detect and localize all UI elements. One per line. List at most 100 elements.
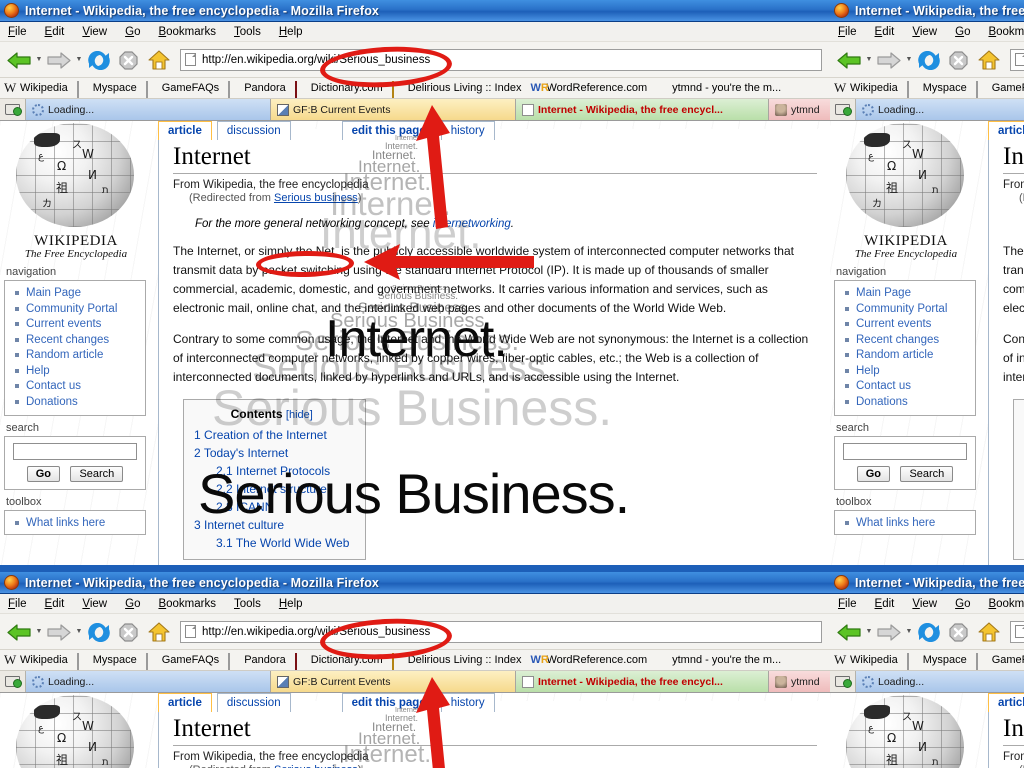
reload-button[interactable]: [914, 617, 944, 647]
sidebar-item-main-page[interactable]: Main Page: [15, 286, 141, 302]
sidebar-item-current-events[interactable]: Current events: [15, 317, 141, 333]
back-button[interactable]: [834, 617, 864, 647]
search-input[interactable]: [13, 443, 137, 460]
search-submit-button[interactable]: Search: [70, 466, 124, 482]
sidebar-item-random-article[interactable]: Random article: [845, 348, 971, 364]
menu-file[interactable]: File: [838, 26, 857, 38]
tab-ytmnd[interactable]: ytmnd: [769, 99, 830, 120]
menu-bookmarks[interactable]: Bookmarks: [988, 598, 1024, 610]
menu-help[interactable]: Help: [279, 26, 303, 38]
sidebar-item-donations[interactable]: Donations: [15, 395, 141, 411]
sidebar-item-current-events[interactable]: Current events: [845, 317, 971, 333]
sidebar-item-community-portal[interactable]: Community Portal: [15, 302, 141, 318]
toc-entry[interactable]: 2.3 ICANN: [194, 498, 349, 516]
bookmark-delirious-living[interactable]: Delirious Living :: Index: [391, 80, 521, 98]
sidebar-item-recent-changes[interactable]: Recent changes: [15, 333, 141, 349]
forward-button[interactable]: [874, 617, 904, 647]
forward-dropdown-icon[interactable]: ▼: [904, 56, 914, 63]
menu-view[interactable]: View: [912, 26, 937, 38]
bookmark-gamefaqs[interactable]: GameFAQs: [975, 652, 1024, 670]
tab-loading[interactable]: Loading...: [856, 671, 1024, 692]
toc-entry[interactable]: 2.1 Internet Protocols: [194, 462, 349, 480]
search-go-button[interactable]: Go: [26, 466, 60, 482]
menu-go[interactable]: Go: [125, 26, 140, 38]
bookmark-wordreference[interactable]: WR WordReference.com: [530, 82, 647, 95]
tab-internet-wikipedia[interactable]: Internet - Wikipedia, the free encycl...: [516, 671, 769, 692]
menu-edit[interactable]: Edit: [45, 26, 65, 38]
bookmark-dictionary[interactable]: Dictionary.com: [294, 652, 383, 670]
bookmark-delirious-living[interactable]: Delirious Living :: Index: [391, 652, 521, 670]
tab-article[interactable]: article: [158, 121, 212, 140]
stop-button[interactable]: [114, 617, 144, 647]
back-button[interactable]: [834, 45, 864, 75]
toc-entry[interactable]: 1 Creation of the Internet: [194, 426, 349, 444]
tab-ytmnd[interactable]: ytmnd: [769, 671, 830, 692]
reload-button[interactable]: [914, 45, 944, 75]
bookmark-wikipedia[interactable]: W Wikipedia: [4, 653, 68, 667]
new-tab-button[interactable]: [0, 671, 26, 692]
new-tab-button[interactable]: [830, 671, 856, 692]
menu-tools[interactable]: Tools: [234, 598, 261, 610]
menu-go[interactable]: Go: [955, 598, 970, 610]
search-submit-button[interactable]: Search: [900, 466, 954, 482]
sidebar-item-main-page[interactable]: Main Page: [845, 286, 971, 302]
tab-edit-this-page[interactable]: edit this page: [341, 121, 436, 140]
wikipedia-logo[interactable]: Ω W И 祖 ع ת カ ス: [0, 693, 152, 768]
tab-history[interactable]: history: [440, 693, 495, 712]
menu-file[interactable]: File: [838, 598, 857, 610]
tab-loading[interactable]: Loading...: [856, 99, 1024, 120]
toc-hide-link[interactable]: [hide]: [286, 409, 313, 421]
menu-file[interactable]: File: [8, 26, 27, 38]
bookmark-wordreference[interactable]: WR WordReference.com: [530, 654, 647, 667]
search-input[interactable]: [843, 443, 967, 460]
back-dropdown-icon[interactable]: ▼: [864, 628, 874, 635]
menu-view[interactable]: View: [82, 26, 107, 38]
reload-button[interactable]: [84, 617, 114, 647]
redirect-link[interactable]: Serious business: [274, 192, 358, 204]
bookmark-gamefaqs[interactable]: GameFAQs: [145, 80, 219, 98]
menu-view[interactable]: View: [82, 598, 107, 610]
menu-edit[interactable]: Edit: [875, 598, 895, 610]
bookmark-gamefaqs[interactable]: GameFAQs: [145, 652, 219, 670]
tab-internet-wikipedia[interactable]: Internet - Wikipedia, the free encycl...: [516, 99, 769, 120]
forward-button[interactable]: [44, 45, 74, 75]
tab-gfb-current-events[interactable]: GF:B Current Events: [271, 671, 516, 692]
bookmark-myspace[interactable]: Myspace: [76, 652, 137, 670]
address-bar[interactable]: http://en.wikipedia.org/wiki/Serious_bus…: [1010, 620, 1024, 643]
stop-button[interactable]: [944, 45, 974, 75]
stop-button[interactable]: [944, 617, 974, 647]
menu-view[interactable]: View: [912, 598, 937, 610]
search-go-button[interactable]: Go: [856, 466, 890, 482]
sidebar-item-community-portal[interactable]: Community Portal: [845, 302, 971, 318]
wikipedia-logo[interactable]: Ω W И 祖 ع ת カ ス: [830, 693, 982, 768]
toc-entry[interactable]: 2 Today's Internet: [194, 444, 349, 462]
bookmark-myspace[interactable]: Myspace: [906, 80, 967, 98]
forward-dropdown-icon[interactable]: ▼: [904, 628, 914, 635]
sidebar-item-help[interactable]: Help: [15, 364, 141, 380]
menu-go[interactable]: Go: [125, 598, 140, 610]
toc-entry[interactable]: 3.1 The World Wide Web: [194, 534, 349, 552]
bookmark-pandora[interactable]: Pandora: [228, 652, 286, 670]
wikipedia-logo[interactable]: Ω W И 祖 ع ת カ ス: [830, 121, 982, 229]
tab-article[interactable]: article: [988, 121, 1024, 140]
home-button[interactable]: [144, 45, 174, 75]
home-button[interactable]: [974, 617, 1004, 647]
bookmark-pandora[interactable]: Pandora: [228, 80, 286, 98]
tab-loading[interactable]: Loading...: [26, 671, 271, 692]
stop-button[interactable]: [114, 45, 144, 75]
bookmark-wikipedia[interactable]: W Wikipedia: [834, 81, 898, 95]
back-dropdown-icon[interactable]: ▼: [864, 56, 874, 63]
back-button[interactable]: [4, 45, 34, 75]
tab-loading[interactable]: Loading...: [26, 99, 271, 120]
bookmark-wikipedia[interactable]: W Wikipedia: [834, 653, 898, 667]
sidebar-item-contact-us[interactable]: Contact us: [845, 379, 971, 395]
sidebar-item-contact-us[interactable]: Contact us: [15, 379, 141, 395]
bookmark-wikipedia[interactable]: W Wikipedia: [4, 81, 68, 95]
forward-dropdown-icon[interactable]: ▼: [74, 628, 84, 635]
home-button[interactable]: [144, 617, 174, 647]
tab-discussion[interactable]: discussion: [216, 693, 291, 712]
menu-file[interactable]: File: [8, 598, 27, 610]
home-button[interactable]: [974, 45, 1004, 75]
bookmark-ytmnd[interactable]: ytmnd - you're the m...: [656, 654, 781, 667]
forward-button[interactable]: [44, 617, 74, 647]
